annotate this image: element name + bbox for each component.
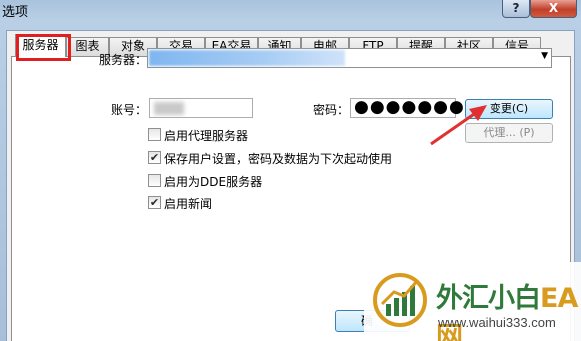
chevron-down-icon[interactable]: ▼ (541, 51, 548, 61)
account-label: 账号： (111, 103, 148, 117)
watermark-title-main: 外汇小白 (436, 283, 541, 314)
server-dropdown[interactable]: ▼ (147, 48, 552, 68)
save-settings-checkbox[interactable]: ✔ (148, 151, 161, 164)
watermark-logo-icon (373, 273, 427, 327)
password-label: 密码： (313, 103, 350, 117)
title-bar[interactable]: 选项 ? X (0, 0, 581, 24)
dde-server-checkbox-label: 启用为DDE服务器 (164, 175, 263, 189)
news-checkbox-label: 启用新闻 (164, 197, 213, 211)
annotation-arrow-icon (430, 105, 487, 146)
close-button[interactable]: X (530, 0, 577, 18)
watermark-overlay: 外汇小白EA网 www.waihui333.com (364, 262, 581, 341)
options-dialog: 选项 ? X 服务器 图表 对象 交易 EA交易 通知 电邮 FTP 提醒 社区… (0, 0, 581, 341)
window-title: 选项 (2, 5, 29, 20)
watermark-title: 外汇小白EA网 (436, 276, 581, 341)
dde-server-checkbox[interactable] (148, 174, 161, 187)
proxy-checkbox[interactable] (148, 128, 161, 141)
proxy-checkbox-label: 启用代理服务器 (164, 129, 249, 143)
help-button[interactable]: ? (502, 0, 530, 18)
server-label: 服务器： (99, 53, 148, 67)
server-selected-value (149, 50, 345, 66)
save-settings-checkbox-label: 保存用户设置，密码及数据为下次起动使用 (164, 152, 393, 166)
watermark-url: www.waihui333.com (438, 315, 556, 330)
account-field[interactable] (149, 98, 253, 118)
tab-server[interactable]: 服务器 (15, 34, 66, 57)
account-value-blurred (154, 102, 184, 115)
news-checkbox[interactable]: ✔ (148, 196, 161, 209)
